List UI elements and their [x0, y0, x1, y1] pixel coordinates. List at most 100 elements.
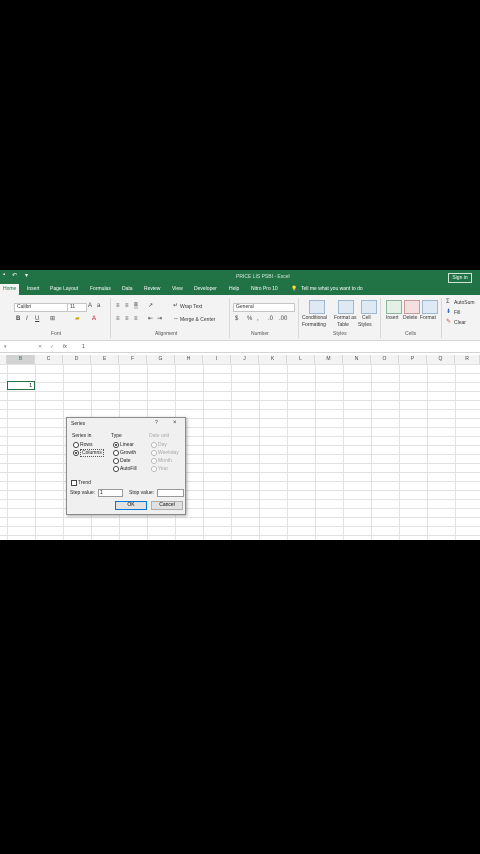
- cell-styles-icon[interactable]: [361, 300, 377, 314]
- conditional-formatting-icon[interactable]: [309, 300, 325, 314]
- column-header[interactable]: H: [175, 355, 203, 364]
- merge-icon[interactable]: ⇔: [173, 316, 179, 323]
- insert-cells-button[interactable]: Insert: [386, 315, 399, 321]
- undo-icon[interactable]: ↶: [12, 272, 17, 279]
- rows-label[interactable]: Rows: [80, 442, 93, 448]
- tell-me-box[interactable]: Tell me what you want to do: [298, 284, 366, 295]
- autofill-label[interactable]: AutoFill: [120, 466, 137, 472]
- linear-label[interactable]: Linear: [120, 442, 134, 448]
- column-header[interactable]: D: [63, 355, 91, 364]
- column-header[interactable]: P: [399, 355, 427, 364]
- align-center-icon[interactable]: ≡: [125, 316, 129, 323]
- borders-icon[interactable]: ⊞: [50, 316, 55, 323]
- increase-font-icon[interactable]: A: [88, 303, 92, 310]
- column-header[interactable]: O: [371, 355, 399, 364]
- trend-label[interactable]: Trend: [78, 480, 91, 486]
- tab-data[interactable]: Data: [119, 284, 136, 295]
- format-as-table-label-2[interactable]: Table: [337, 322, 349, 328]
- bold-icon[interactable]: B: [16, 316, 20, 323]
- tab-review[interactable]: Review: [141, 284, 163, 295]
- column-header[interactable]: C: [35, 355, 63, 364]
- tab-nitro[interactable]: Nitro Pro 10: [248, 284, 281, 295]
- fill-icon[interactable]: ⬇: [446, 309, 451, 316]
- font-name-box[interactable]: Calibri: [14, 303, 68, 312]
- column-header[interactable]: B: [7, 355, 35, 364]
- cancel-button[interactable]: Cancel: [151, 501, 183, 510]
- delete-cells-button[interactable]: Delete: [403, 315, 417, 321]
- ok-button[interactable]: OK: [115, 501, 147, 510]
- customize-icon[interactable]: ▾: [25, 272, 28, 279]
- clear-button[interactable]: Clear: [454, 320, 466, 326]
- cancel-entry-icon[interactable]: ✕: [38, 344, 42, 350]
- column-header[interactable]: Q: [427, 355, 455, 364]
- tab-formulas[interactable]: Formulas: [87, 284, 114, 295]
- tab-page-layout[interactable]: Page Layout: [47, 284, 81, 295]
- active-cell[interactable]: 1: [7, 381, 35, 390]
- fill-color-icon[interactable]: ▰: [75, 316, 80, 323]
- columns-radio[interactable]: [73, 450, 79, 456]
- format-cells-button[interactable]: Format: [420, 315, 436, 321]
- align-left-icon[interactable]: ≡: [116, 316, 120, 323]
- trend-checkbox[interactable]: [71, 480, 77, 486]
- wrap-text-icon[interactable]: ↵: [173, 303, 178, 310]
- select-all-corner[interactable]: [0, 355, 7, 364]
- font-size-box[interactable]: 11: [67, 303, 87, 312]
- decrease-decimal-icon[interactable]: .00: [279, 316, 287, 323]
- close-button[interactable]: ×: [173, 420, 177, 426]
- date-label[interactable]: Date: [120, 458, 131, 464]
- insert-cells-icon[interactable]: [386, 300, 402, 314]
- column-header[interactable]: I: [203, 355, 231, 364]
- merge-center-button[interactable]: Merge & Center: [180, 317, 215, 323]
- date-radio[interactable]: [113, 458, 119, 464]
- align-top-icon[interactable]: ≡: [116, 303, 120, 310]
- decrease-font-icon[interactable]: a: [97, 303, 100, 310]
- decrease-indent-icon[interactable]: ⇤: [148, 316, 153, 323]
- increase-indent-icon[interactable]: ⇥: [157, 316, 162, 323]
- column-header[interactable]: M: [315, 355, 343, 364]
- tab-help[interactable]: Help: [226, 284, 242, 295]
- name-box[interactable]: ▾: [4, 344, 7, 350]
- column-header[interactable]: J: [231, 355, 259, 364]
- wrap-text-button[interactable]: Wrap Text: [180, 304, 202, 310]
- orientation-icon[interactable]: ↗: [148, 303, 153, 310]
- autofill-radio[interactable]: [113, 466, 119, 472]
- increase-decimal-icon[interactable]: .0: [268, 316, 273, 323]
- column-header[interactable]: K: [259, 355, 287, 364]
- currency-icon[interactable]: $: [235, 316, 238, 323]
- tab-view[interactable]: View: [169, 284, 186, 295]
- stop-value-input[interactable]: [157, 489, 184, 497]
- fx-icon[interactable]: fx: [63, 344, 67, 350]
- column-header[interactable]: N: [343, 355, 371, 364]
- autosum-button[interactable]: AutoSum: [454, 300, 475, 306]
- column-header[interactable]: G: [147, 355, 175, 364]
- tab-insert[interactable]: Insert: [24, 284, 43, 295]
- column-header[interactable]: R: [455, 355, 480, 364]
- format-as-table-label-1[interactable]: Format as: [334, 315, 357, 321]
- column-header[interactable]: F: [119, 355, 147, 364]
- sign-in-button[interactable]: Sign in: [448, 273, 472, 283]
- step-value-input[interactable]: 1: [98, 489, 123, 497]
- save-icon[interactable]: ▪: [3, 272, 5, 278]
- growth-radio[interactable]: [113, 450, 119, 456]
- cell-styles-label-1[interactable]: Cell: [362, 315, 371, 321]
- align-right-icon[interactable]: ≡: [134, 316, 138, 323]
- font-color-icon[interactable]: A: [92, 316, 96, 323]
- help-button[interactable]: ?: [155, 420, 158, 426]
- cell-styles-label-2[interactable]: Styles: [358, 322, 372, 328]
- tab-home[interactable]: Home: [0, 284, 20, 295]
- comma-icon[interactable]: ,: [257, 316, 259, 323]
- number-format-box[interactable]: General: [233, 303, 295, 312]
- percent-icon[interactable]: %: [247, 316, 252, 323]
- italic-icon[interactable]: I: [26, 316, 28, 323]
- underline-icon[interactable]: U: [35, 316, 39, 323]
- growth-label[interactable]: Growth: [120, 450, 136, 456]
- format-cells-icon[interactable]: [422, 300, 438, 314]
- fill-button[interactable]: Fill: [454, 310, 460, 316]
- clear-icon[interactable]: ✎: [446, 319, 451, 326]
- conditional-formatting-label-2[interactable]: Formatting: [302, 322, 326, 328]
- delete-cells-icon[interactable]: [404, 300, 420, 314]
- rows-radio[interactable]: [73, 442, 79, 448]
- conditional-formatting-label-1[interactable]: Conditional: [302, 315, 327, 321]
- confirm-entry-icon[interactable]: ✓: [50, 344, 54, 350]
- align-bottom-icon[interactable]: ≡: [134, 302, 138, 309]
